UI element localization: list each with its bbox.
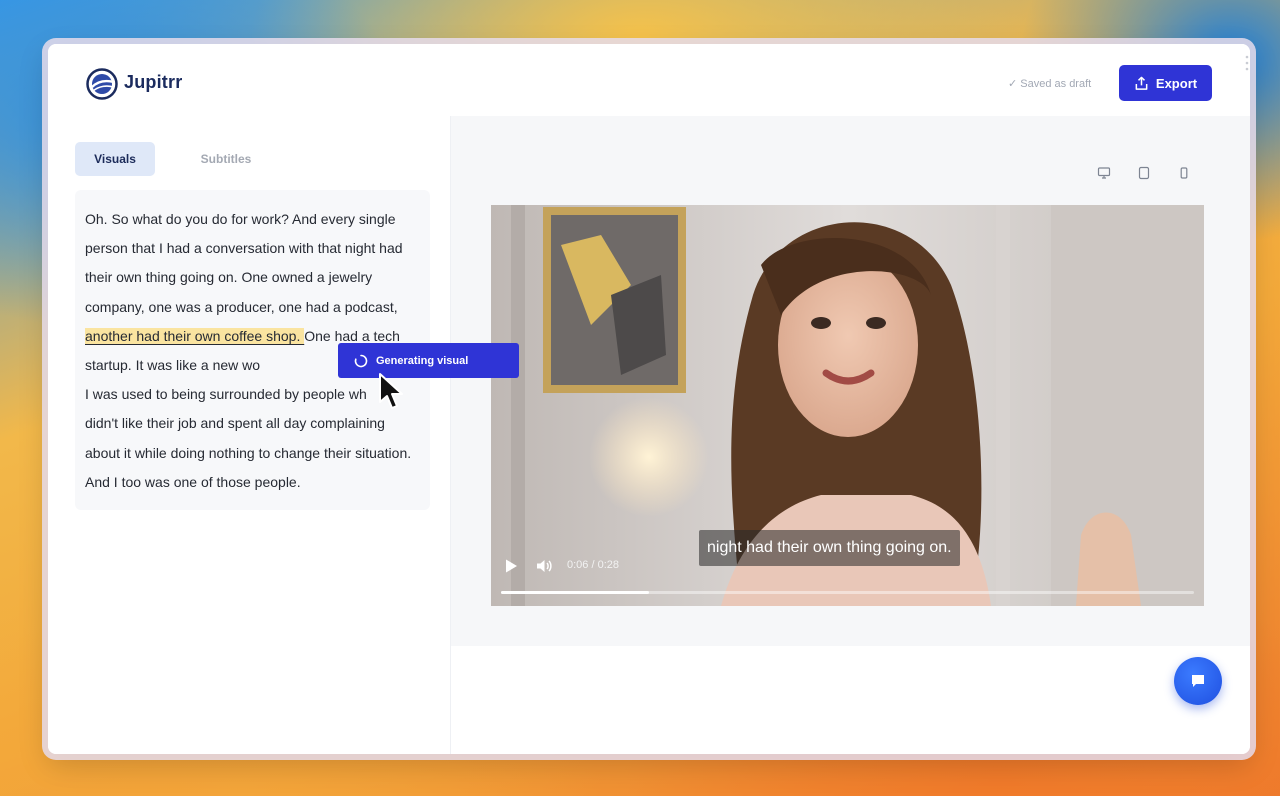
app-window: Jupitrr ✓ Saved as draft Export Visuals … <box>48 44 1250 754</box>
transcript-segment[interactable]: Oh. So what do you do for work? And ever… <box>85 211 403 315</box>
chat-button[interactable] <box>1174 657 1222 705</box>
transcript-segment[interactable]: didn't like their job and spent all day … <box>85 415 411 489</box>
generating-visual-popup: Generating visual <box>338 343 519 378</box>
generating-visual-label: Generating visual <box>376 354 469 367</box>
highlighted-phrase[interactable]: another had their own coffee shop. <box>85 327 305 344</box>
upload-icon <box>1135 76 1148 90</box>
cursor-icon <box>379 373 403 409</box>
tab-subtitles[interactable]: Subtitles <box>186 142 266 176</box>
brand-name[interactable]: Jupitrr <box>124 72 182 93</box>
tablet-icon[interactable] <box>1137 166 1151 180</box>
video-progress-fill <box>501 591 650 594</box>
top-bar: Jupitrr ✓ Saved as draft Export <box>48 44 1250 116</box>
video-player[interactable]: night had their own thing going on. 0:06… <box>491 205 1204 606</box>
transcript-segment[interactable]: I was used to being surrounded by people… <box>85 386 367 402</box>
play-icon[interactable] <box>502 557 520 575</box>
video-subtitle: night had their own thing going on. <box>699 530 960 566</box>
tab-visuals[interactable]: Visuals <box>75 142 155 176</box>
volume-icon[interactable] <box>535 557 553 575</box>
export-label: Export <box>1155 75 1198 91</box>
desktop-icon[interactable] <box>1097 166 1111 180</box>
spinner-icon <box>354 354 368 367</box>
video-progress-bar[interactable] <box>501 591 1194 594</box>
chat-icon <box>1192 675 1204 687</box>
mobile-icon[interactable] <box>1177 166 1191 180</box>
save-status: ✓ Saved as draft <box>1008 78 1092 90</box>
export-button[interactable]: Export <box>1119 65 1212 101</box>
window-scroll-handle[interactable] <box>1245 54 1249 74</box>
preview-lower-area <box>451 646 1250 754</box>
transcript-panel: Visuals Subtitles Oh. So what do you do … <box>48 116 451 754</box>
jupitrr-logo-icon[interactable] <box>86 68 118 100</box>
video-time: 0:06 / 0:28 <box>567 559 619 571</box>
